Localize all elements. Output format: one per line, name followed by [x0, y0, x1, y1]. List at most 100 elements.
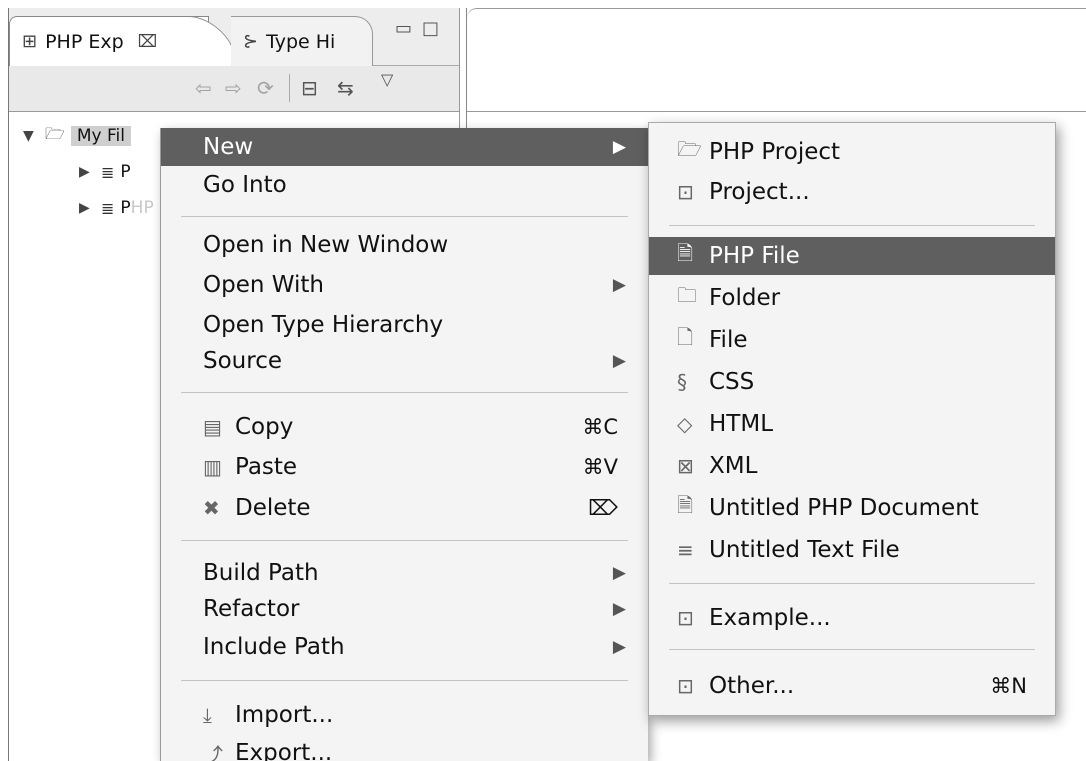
menu-item-label: Copy — [235, 414, 294, 440]
delete-icon: ✖ — [203, 496, 220, 520]
expand-arrow-icon[interactable]: ▼ — [23, 128, 45, 144]
html-file-icon: ◇ — [677, 412, 693, 436]
menu-item-label: XML — [709, 453, 758, 479]
link-with-editor-icon[interactable]: ⇆ — [337, 76, 354, 100]
menu-separator — [669, 583, 1035, 584]
menu-item-source[interactable]: Source ▶ — [161, 342, 648, 380]
collapsed-arrow-icon[interactable]: ▶ — [79, 200, 101, 216]
maximize-icon[interactable]: □ — [422, 18, 449, 39]
menu-item-xml[interactable]: ⊠ XML — [649, 447, 1055, 485]
menu-item-label: Import... — [235, 702, 334, 728]
menu-separator — [181, 392, 628, 393]
library-icon: ≣ — [101, 162, 115, 182]
tab-php-explorer[interactable]: ⊞ PHP Exp ⌧ — [9, 16, 209, 66]
menu-item-label: Open Type Hierarchy — [203, 312, 444, 338]
menu-item-shortcut: ⌘N — [990, 674, 1027, 698]
menu-item-other[interactable]: ⊡ Other... ⌘N — [649, 667, 1055, 705]
menu-item-label: Other... — [709, 673, 795, 699]
menu-item-folder[interactable]: 🗀 Folder — [649, 279, 1055, 317]
menu-item-refactor[interactable]: Refactor ▶ — [161, 590, 648, 628]
menu-item-open-in-new-window[interactable]: Open in New Window — [161, 226, 648, 264]
view-menu-icon[interactable]: ▽ — [381, 70, 393, 89]
submenu-arrow-icon: ▶ — [612, 637, 626, 657]
other-wizard-icon: ⊡ — [677, 674, 694, 698]
untitled-php-icon: 🗎 — [677, 493, 694, 517]
forward-arrow-icon[interactable]: ⇨ — [225, 76, 242, 100]
menu-item-shortcut: ⌦ — [588, 496, 618, 520]
tree-item-library[interactable]: ▶ ≣ P — [79, 158, 131, 186]
close-icon[interactable]: ⌧ — [138, 32, 158, 52]
menu-item-label: PHP File — [709, 243, 800, 269]
menu-item-delete[interactable]: ✖ Delete ⌦ — [161, 489, 648, 527]
menu-item-build-path[interactable]: Build Path ▶ — [161, 554, 648, 592]
css-file-icon: § — [677, 370, 687, 394]
menu-item-html[interactable]: ◇ HTML — [649, 405, 1055, 443]
menu-item-css[interactable]: § CSS — [649, 363, 1055, 401]
file-icon: 🗋 — [677, 325, 694, 349]
menu-item-open-with[interactable]: Open With ▶ — [161, 266, 648, 304]
menu-separator — [181, 216, 628, 217]
toolbar-separator — [289, 74, 290, 102]
view-controls: ▭□ — [395, 18, 449, 39]
menu-item-label: Refactor — [203, 596, 300, 622]
tab-type-hierarchy[interactable]: ⊱ Type Hi — [231, 16, 373, 66]
menu-item-include-path[interactable]: Include Path ▶ — [161, 628, 648, 666]
menu-item-label: Delete — [235, 495, 311, 521]
menu-item-label: Example... — [709, 605, 831, 631]
submenu-arrow-icon: ▶ — [612, 275, 626, 295]
menu-item-label: Source — [203, 348, 282, 374]
menu-item-php-project[interactable]: 🗁 PHP Project — [649, 133, 1055, 171]
tab-label: PHP Exp — [45, 30, 124, 53]
new-submenu: 🗁 PHP Project ⊡ Project... 🗎 PHP File 🗀 … — [648, 122, 1056, 716]
menu-item-label: Folder — [709, 285, 781, 311]
menu-separator — [181, 680, 628, 681]
collapsed-arrow-icon[interactable]: ▶ — [79, 164, 101, 180]
php-project-folder-icon: 🗁 — [45, 123, 65, 143]
import-icon: ⤓ — [203, 703, 212, 727]
menu-item-shortcut: ⌘V — [582, 455, 618, 479]
menu-item-label: CSS — [709, 369, 755, 395]
submenu-arrow-icon: ▶ — [612, 351, 626, 371]
menu-item-copy[interactable]: ▤ Copy ⌘C — [161, 408, 648, 446]
menu-item-open-type-hierarchy[interactable]: Open Type Hierarchy — [161, 306, 648, 344]
menu-separator — [181, 540, 628, 541]
menu-separator — [669, 649, 1035, 650]
menu-item-label: HTML — [709, 411, 774, 437]
menu-item-label: Go Into — [203, 172, 287, 198]
menu-item-project[interactable]: ⊡ Project... — [649, 173, 1055, 211]
new-project-icon: ⊡ — [677, 180, 694, 204]
tree-item-root[interactable]: ▼ 🗁 My Fil — [23, 122, 131, 150]
menu-item-label: Open in New Window — [203, 232, 449, 258]
back-arrow-icon[interactable]: ⇦ — [195, 76, 212, 100]
context-menu: New ▶ Go Into Open in New Window Open Wi… — [160, 128, 648, 761]
menu-item-shortcut: ⌘C — [582, 415, 618, 439]
php-project-icon: 🗁 — [677, 137, 702, 161]
menu-item-php-file[interactable]: 🗎 PHP File — [649, 237, 1055, 275]
menu-item-untitled-php-document[interactable]: 🗎 Untitled PHP Document — [649, 489, 1055, 527]
xml-file-icon: ⊠ — [677, 454, 694, 478]
menu-item-export[interactable]: ⤴ Export... — [161, 734, 648, 761]
menu-item-example[interactable]: ⊡ Example... — [649, 599, 1055, 637]
example-icon: ⊡ — [677, 606, 694, 630]
menu-item-go-into[interactable]: Go Into — [161, 166, 648, 204]
menu-item-new[interactable]: New ▶ — [161, 128, 648, 166]
up-folder-icon[interactable]: ⟳ — [257, 76, 274, 100]
menu-separator — [669, 225, 1035, 226]
menu-item-label: Open With — [203, 272, 324, 298]
collapse-all-icon[interactable]: ⊟ — [301, 76, 318, 100]
menu-item-import[interactable]: ⤓ Import... — [161, 696, 648, 734]
tree-item-label: P — [120, 162, 131, 182]
menu-item-label: Untitled PHP Document — [709, 495, 979, 521]
menu-item-paste[interactable]: ▥ Paste ⌘V — [161, 448, 648, 486]
menu-item-file[interactable]: 🗋 File — [649, 321, 1055, 359]
menu-item-label: Include Path — [203, 634, 345, 660]
menu-item-untitled-text-file[interactable]: ≡ Untitled Text File — [649, 531, 1055, 569]
tab-label: Type Hi — [266, 30, 336, 53]
menu-item-label: File — [709, 327, 748, 353]
minimize-icon[interactable]: ▭ — [395, 18, 422, 39]
menu-item-label: Project... — [709, 179, 810, 205]
menu-item-label: Paste — [235, 454, 298, 480]
view-tab-bar: ⊞ PHP Exp ⌧ ⊱ Type Hi ▭□ — [9, 8, 459, 66]
export-icon: ⤴ — [203, 742, 223, 761]
copy-icon: ▤ — [203, 415, 222, 439]
